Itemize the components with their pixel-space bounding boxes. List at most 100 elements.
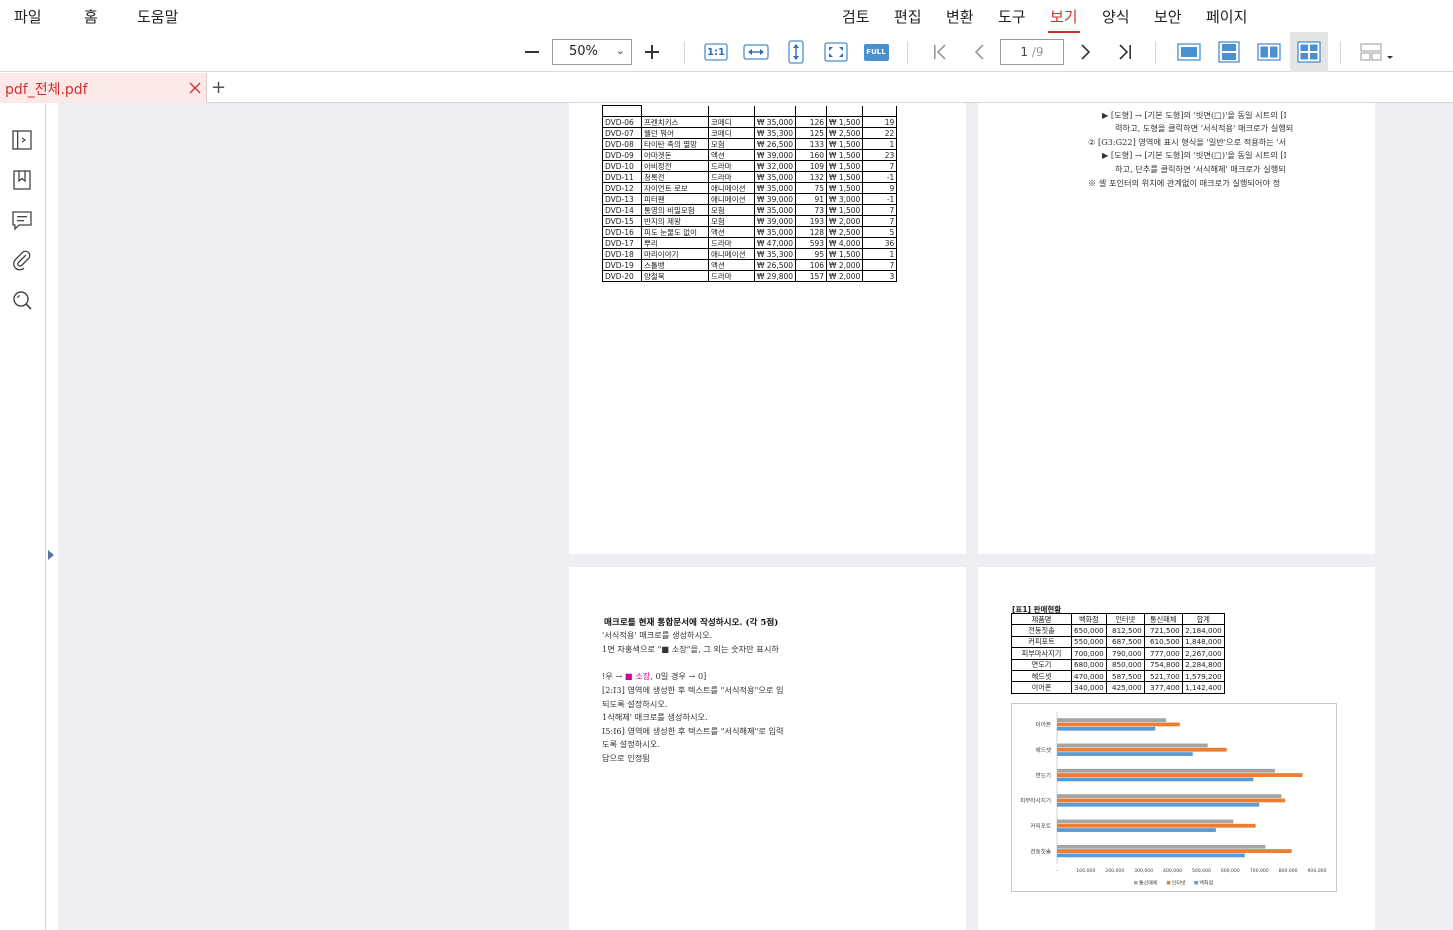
- chart-bar: [1057, 798, 1286, 803]
- table-cell: 모험: [708, 138, 755, 150]
- two-page-view-button[interactable]: [1255, 38, 1283, 66]
- document-tab[interactable]: pdf_전체.pdf: [0, 73, 207, 103]
- fit-width-icon: [743, 44, 769, 60]
- table-cell: 106: [795, 259, 828, 271]
- table-cell: ₩ 1,500: [826, 204, 864, 216]
- table-cell: 애니메이션: [708, 248, 755, 260]
- table-cell: 마리이야기: [641, 248, 709, 260]
- layout-dropdown-icon: [1360, 43, 1393, 61]
- fit-page-icon: [824, 42, 848, 62]
- table-cell: 650,000: [1071, 624, 1107, 637]
- table-cell: 700,000: [1071, 647, 1107, 660]
- document-viewer[interactable]: DVD-06 프렌치키스 코메디 ₩ 35,000 126 ₩ 1,500 19 DVD-07…: [58, 103, 1453, 930]
- legend-swatch: [1166, 881, 1171, 885]
- table-cell: 126: [795, 116, 828, 128]
- menu-home[interactable]: 홈: [84, 6, 98, 27]
- menu-form[interactable]: 양식: [1102, 6, 1130, 27]
- fit-height-button[interactable]: [782, 38, 810, 66]
- table-cell: 1,142,400: [1181, 681, 1225, 694]
- chart-bar: [1057, 844, 1266, 849]
- page-number-input[interactable]: 1 /9: [1000, 39, 1064, 65]
- table-cell: 드라마: [708, 237, 755, 249]
- legend-swatch: [1194, 881, 1198, 885]
- bookmarks-button[interactable]: [9, 167, 35, 193]
- table-row: DVD-08 타이탄 족의 멸망 모험 ₩ 26,500 133 ₩ 1,500 1: [602, 138, 898, 150]
- table-cell: ₩ 1,500: [826, 116, 864, 128]
- close-icon[interactable]: [188, 81, 202, 95]
- actual-size-button[interactable]: 1:1: [702, 38, 730, 66]
- first-page-button[interactable]: [926, 38, 954, 66]
- menu-convert[interactable]: 변환: [946, 6, 974, 27]
- doc-text-line: [2:I3] 영역에 생성한 후 텍스트를 "서식적용"으로 입: [602, 685, 784, 695]
- table-row: DVD-15 반지의 제왕 모험 ₩ 39,000 193 ₩ 2,000 7: [602, 215, 898, 227]
- fit-width-button[interactable]: [742, 38, 770, 66]
- menu-review[interactable]: 검토: [842, 6, 870, 27]
- comments-button[interactable]: [9, 207, 35, 233]
- two-page-continuous-view-button[interactable]: [1290, 32, 1328, 72]
- fit-height-icon: [788, 40, 804, 64]
- pdf-page-3: 매크로를 현재 통합문서에 작성하시오. (각 5점) '서식적용' 매크로를 …: [569, 567, 966, 930]
- table-cell: 687,500: [1105, 635, 1145, 649]
- menu-help[interactable]: 도움말: [137, 6, 178, 27]
- format-rule-suffix: , 0일 경우 → 0]: [650, 671, 707, 681]
- fit-page-button[interactable]: [822, 38, 850, 66]
- bookmark-icon: [13, 170, 31, 190]
- menu-security[interactable]: 보안: [1154, 6, 1182, 27]
- table-cell: 680,000: [1071, 658, 1107, 671]
- pdf-page-1: DVD-06 프렌치키스 코메디 ₩ 35,000 126 ₩ 1,500 19 DVD-07…: [569, 103, 966, 554]
- last-page-button[interactable]: [1111, 38, 1139, 66]
- table-header-row: 제품명 백화점 인터넷 통신매체 합계: [1011, 612, 1225, 626]
- layout-options-button[interactable]: [1358, 38, 1396, 66]
- table-cell: 모험: [708, 204, 755, 216]
- doc-text-line: '서식적용' 매크로를 생성하시오.: [602, 630, 713, 640]
- chart-bar: [1057, 773, 1303, 777]
- single-page-view-button[interactable]: [1175, 38, 1203, 66]
- menu-file[interactable]: 파일: [14, 6, 42, 27]
- next-page-button[interactable]: [1071, 38, 1099, 66]
- table-cell: 애니메이션: [708, 182, 755, 194]
- menu-edit[interactable]: 편집: [894, 6, 922, 27]
- zoom-out-button[interactable]: [518, 38, 546, 66]
- prev-page-button[interactable]: [966, 38, 994, 66]
- document-tab-bar: pdf_전체.pdf +: [0, 73, 1453, 103]
- fullscreen-button[interactable]: FULL: [862, 38, 890, 66]
- table-cell: 593: [795, 237, 828, 249]
- grid-pages-icon: [1297, 41, 1321, 63]
- chart-bar: [1057, 743, 1208, 748]
- table-cell: 128: [795, 226, 828, 238]
- table-cell: 헤드셋: [1011, 669, 1072, 683]
- category-label: 전동칫솔: [1030, 847, 1051, 855]
- thumbnails-button[interactable]: [9, 127, 35, 153]
- table-cell: 19: [862, 116, 898, 128]
- zoom-in-button[interactable]: [638, 38, 666, 66]
- menu-page[interactable]: 페이지: [1206, 6, 1247, 27]
- x-tick-label: 700,000: [1250, 868, 1269, 874]
- first-page-icon: [934, 44, 946, 60]
- table-row: 전동칫솔 650,000 812,500 721,500 2,184,000: [1011, 624, 1225, 637]
- attachments-button[interactable]: [9, 247, 35, 273]
- table-cell: ₩ 3,000: [826, 193, 864, 205]
- zoom-select[interactable]: 50% ⌄: [552, 39, 632, 65]
- toolbar: 50% ⌄ 1:1 FULL 1 /9: [0, 32, 1453, 72]
- menu-view[interactable]: 보기: [1048, 6, 1080, 33]
- table-cell: 125: [795, 127, 828, 139]
- table-cell: ₩ 1,500: [826, 182, 864, 194]
- chevron-right-icon: [1081, 44, 1091, 60]
- add-tab-button[interactable]: +: [211, 77, 226, 98]
- table-cell: 377,400: [1143, 681, 1183, 694]
- search-icon: [13, 291, 32, 310]
- table-cell: ₩ 4,000: [826, 237, 864, 249]
- search-panel-button[interactable]: [9, 287, 35, 313]
- table-row: DVD-18 마리이야기 애니메이션 ₩ 35,300 95 ₩ 1,500 1: [602, 248, 898, 260]
- table-cell: DVD-09: [602, 149, 642, 161]
- table-row: DVD-14 통영의 비밀모험 모험 ₩ 35,000 73 ₩ 1,500 7: [602, 204, 898, 216]
- continuous-view-button[interactable]: [1215, 38, 1243, 66]
- table-cell: 뿌리: [641, 237, 709, 249]
- table-cell: 면도기: [1011, 658, 1072, 671]
- chart-bar: [1057, 726, 1156, 731]
- category-label: 피부마사지기: [1020, 797, 1051, 805]
- table-cell: 웰던 뭐어: [641, 127, 709, 139]
- table-cell: 754,800: [1143, 658, 1183, 671]
- menu-tools[interactable]: 도구: [998, 6, 1026, 27]
- expand-panel-arrow-icon[interactable]: [48, 550, 54, 560]
